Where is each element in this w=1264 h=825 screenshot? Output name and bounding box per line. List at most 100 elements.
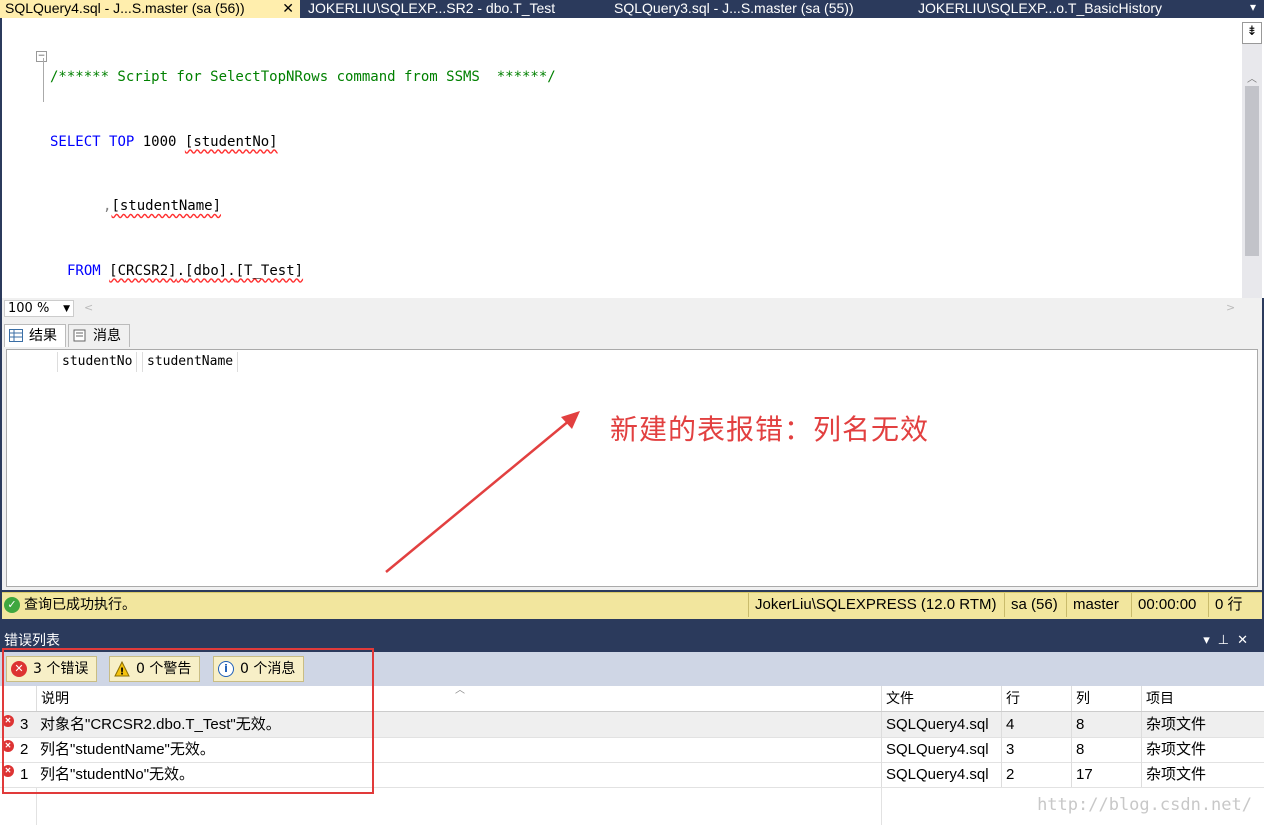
tab-label: 消息	[93, 328, 121, 344]
column-header-line[interactable]: 行	[1001, 686, 1071, 711]
error-icon: ✕	[2, 765, 14, 777]
error-project: 杂项文件	[1141, 737, 1264, 762]
status-rows: 0 行	[1208, 593, 1243, 617]
column-studentname: [studentName]	[111, 198, 222, 214]
tab-sqlquery4[interactable]: SQLQuery4.sql - J...S.master (sa (56)) ✕	[0, 0, 300, 18]
tab-t-test-design[interactable]: JOKERLIU\SQLEXP...SR2 - dbo.T_Test	[308, 0, 555, 18]
results-grid[interactable]: studentNo studentName	[6, 349, 1258, 587]
status-message: 查询已成功执行。	[24, 597, 136, 613]
check-icon: ✓	[4, 597, 20, 613]
error-list-toolbar: ✕ 3 个错误 ! 0 个警告 i 0 个消息	[0, 652, 1264, 686]
error-number: 3	[20, 716, 29, 733]
split-icon[interactable]: ⇟	[1242, 22, 1262, 44]
keyword-select: SELECT	[50, 133, 101, 150]
tab-label: JOKERLIU\SQLEXP...SR2 - dbo.T_Test	[308, 0, 556, 16]
tab-messages[interactable]: 消息	[68, 324, 130, 347]
button-label: 3 个错误	[33, 661, 89, 677]
tab-label: JOKERLIU\SQLEXP...o.T_BasicHistory	[918, 0, 1163, 16]
chevron-down-icon: ▼	[63, 304, 70, 314]
close-icon[interactable]: ✕	[1237, 633, 1256, 648]
zoom-value: 100 %	[8, 301, 50, 316]
fold-guide	[43, 58, 44, 102]
code-area[interactable]: /****** Script for SelectTopNRows comman…	[2, 24, 556, 325]
annotation-arrow	[385, 411, 580, 573]
errors-filter-button[interactable]: ✕ 3 个错误	[6, 656, 98, 682]
status-server: JokerLiu\SQLEXPRESS (12.0 RTM)	[748, 593, 996, 617]
error-description: 对象名"CRCSR2.dbo.T_Test"无效。	[40, 716, 281, 733]
error-description: 列名"studentNo"无效。	[40, 766, 195, 783]
tab-label: 结果	[29, 328, 57, 344]
column-studentno: [studentNo]	[184, 133, 278, 150]
tab-dropdown-icon[interactable]: ▾	[1250, 0, 1256, 14]
error-icon: ✕	[11, 661, 27, 677]
editor-vertical-scrollbar[interactable]: ︿ ﹀	[1242, 40, 1262, 320]
error-icon: ✕	[2, 715, 14, 727]
code-text: 1000	[134, 133, 185, 150]
table-schema: [dbo]	[185, 262, 228, 279]
column-header-project[interactable]: 项目	[1141, 686, 1264, 711]
keyword-top: TOP	[109, 133, 135, 150]
scroll-left-icon[interactable]: <	[84, 301, 93, 314]
chevron-down-icon[interactable]: ▾	[1203, 633, 1218, 648]
info-icon: i	[218, 661, 234, 677]
tab-label: SQLQuery4.sql - J...S.master (sa (56))	[5, 0, 245, 16]
panel-title: 错误列表	[4, 633, 60, 649]
code-dot: .	[227, 262, 236, 279]
grid-column-header[interactable]: studentNo	[57, 352, 138, 372]
error-list-title-bar: 错误列表 ▾⊥✕	[0, 630, 1264, 652]
status-database: master	[1066, 593, 1119, 617]
column-header-column[interactable]: 列	[1071, 686, 1141, 711]
column-header-description[interactable]: 说明	[36, 686, 881, 711]
messages-filter-button[interactable]: i 0 个消息	[213, 656, 305, 682]
table-header-row: ︿ 说明 文件 行 列 项目	[0, 685, 1264, 712]
keyword-from: FROM	[67, 262, 101, 279]
tab-sqlquery3[interactable]: SQLQuery3.sql - J...S.master (sa (55))	[614, 0, 854, 18]
error-column: 17	[1071, 762, 1141, 787]
comment-line: /****** Script for SelectTopNRows comman…	[50, 69, 556, 85]
column-header-file[interactable]: 文件	[881, 686, 1001, 711]
error-file: SQLQuery4.sql	[881, 737, 1001, 762]
code-dot: .	[176, 262, 186, 279]
sql-editor[interactable]: − /****** Script for SelectTopNRows comm…	[0, 18, 1264, 320]
error-project: 杂项文件	[1141, 712, 1264, 737]
scrollbar-thumb[interactable]	[1245, 86, 1259, 256]
error-file: SQLQuery4.sql	[881, 712, 1001, 737]
table-db: [CRCSR2]	[109, 262, 177, 279]
watermark: http://blog.csdn.net/	[1037, 795, 1252, 815]
tab-basichistory[interactable]: JOKERLIU\SQLEXP...o.T_BasicHistory	[918, 0, 1162, 18]
error-column: 8	[1071, 712, 1141, 737]
annotation-text: 新建的表报错：列名无效	[610, 413, 930, 446]
column-divider	[881, 787, 882, 825]
error-column: 8	[1071, 737, 1141, 762]
warnings-filter-button[interactable]: ! 0 个警告	[109, 656, 201, 682]
pin-icon[interactable]: ⊥	[1218, 633, 1237, 648]
zoom-bar: 100 % ▼ < >	[2, 298, 1262, 320]
results-pane: 结果 消息 studentNo studentName	[2, 320, 1262, 590]
message-icon	[73, 329, 86, 342]
svg-text:!: !	[120, 667, 125, 678]
scroll-right-icon[interactable]: >	[1226, 301, 1235, 314]
error-line: 3	[1001, 737, 1071, 762]
button-label: 0 个警告	[136, 661, 192, 677]
zoom-select[interactable]: 100 % ▼	[4, 300, 74, 317]
grid-column-header[interactable]: studentName	[142, 352, 239, 372]
error-row[interactable]: ✕ 2 列名"studentName"无效。 SQLQuery4.sql 3 8…	[0, 737, 1264, 763]
error-line: 2	[1001, 762, 1071, 787]
scroll-up-icon[interactable]: ︿	[1242, 70, 1262, 85]
error-row[interactable]: ✕ 1 列名"studentNo"无效。 SQLQuery4.sql 2 17 …	[0, 762, 1264, 788]
error-description: 列名"studentName"无效。	[40, 741, 215, 758]
close-icon[interactable]: ✕	[282, 0, 294, 16]
status-user: sa (56)	[1004, 593, 1058, 617]
tab-label: SQLQuery3.sql - J...S.master (sa (55))	[614, 0, 854, 16]
status-bar: ✓ 查询已成功执行。 JokerLiu\SQLEXPRESS (12.0 RTM…	[2, 592, 1262, 619]
grid-icon	[9, 329, 23, 342]
error-project: 杂项文件	[1141, 762, 1264, 787]
error-row[interactable]: ✕ 3 对象名"CRCSR2.dbo.T_Test"无效。 SQLQuery4.…	[0, 712, 1264, 738]
error-icon: ✕	[2, 740, 14, 752]
button-label: 0 个消息	[240, 661, 296, 677]
tab-results[interactable]: 结果	[4, 324, 66, 347]
table-name: [T_Test]	[235, 262, 304, 279]
error-file: SQLQuery4.sql	[881, 762, 1001, 787]
error-number: 1	[20, 766, 29, 783]
status-time: 00:00:00	[1131, 593, 1196, 617]
